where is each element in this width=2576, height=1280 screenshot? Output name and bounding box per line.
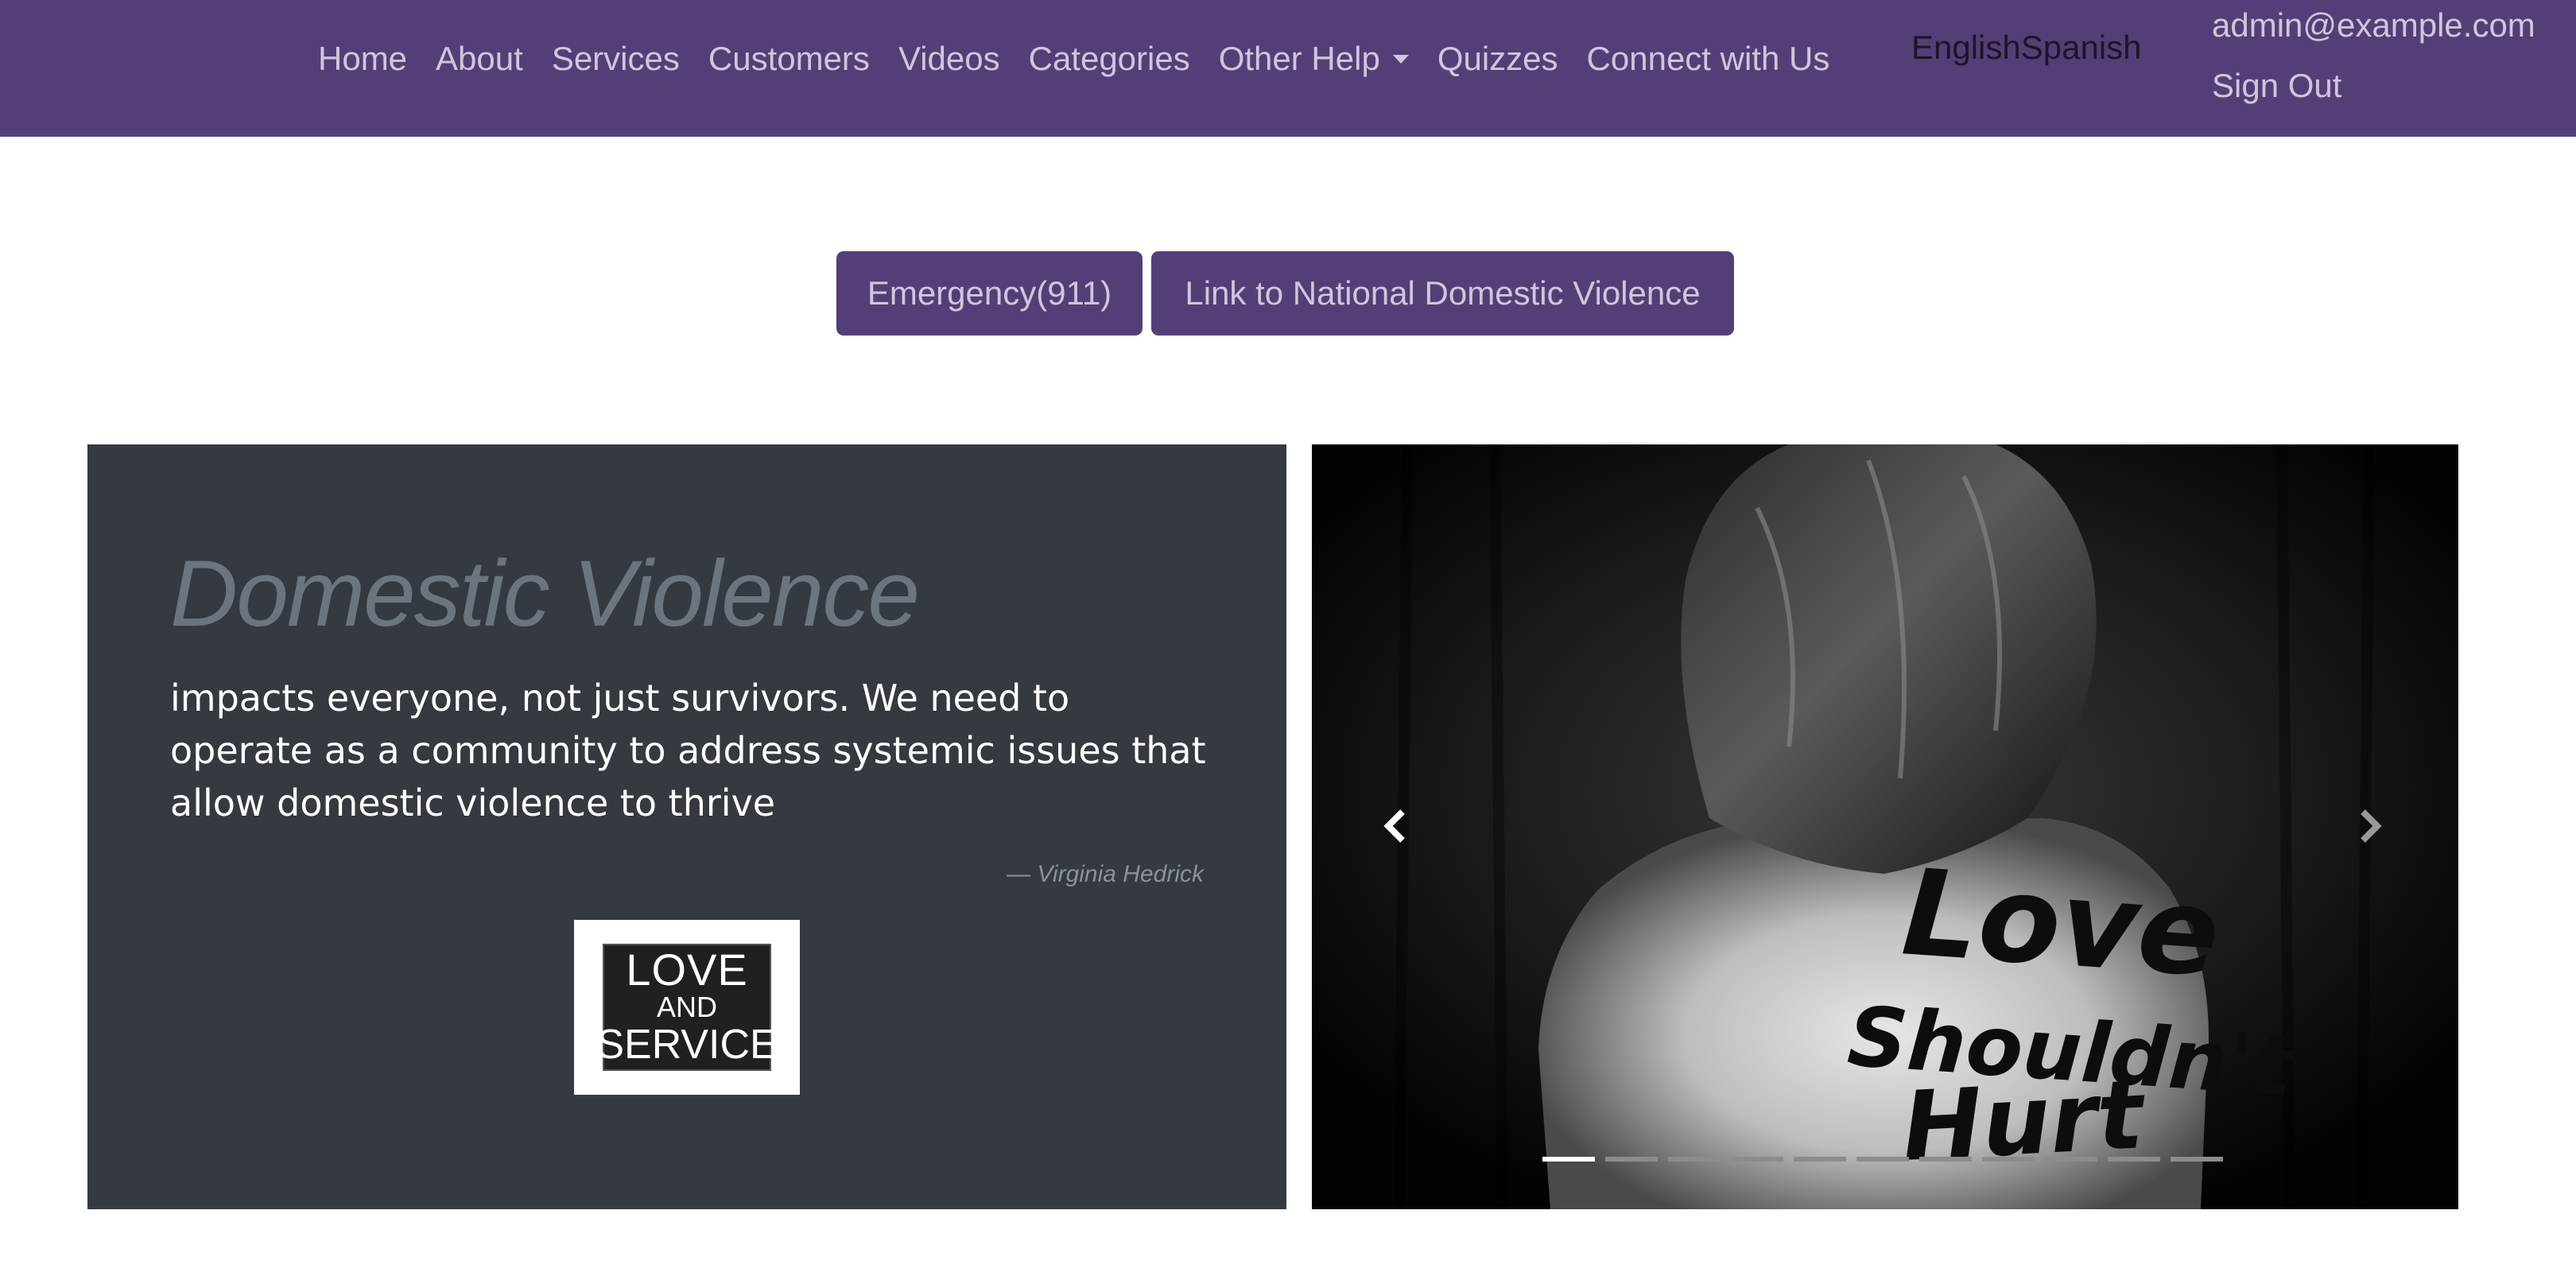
carousel-indicator[interactable] [2108,1157,2160,1162]
quote-author: — Virginia Hedrick [1007,861,1204,887]
carousel-indicator[interactable] [2045,1157,2097,1162]
national-dv-link-button[interactable]: Link to National Domestic Violence [1151,251,1734,336]
carousel-indicator[interactable] [1856,1157,1909,1162]
carousel-indicator[interactable] [1919,1157,1972,1162]
language-spanish[interactable]: Spanish [2021,29,2142,66]
emergency-button[interactable]: Emergency(911) [836,251,1143,336]
quote-title: Domestic Violence [170,541,920,646]
carousel-indicator[interactable] [1542,1157,1595,1162]
carousel-indicator[interactable] [1668,1157,1721,1162]
nav-links: Home About Services Customers Videos Cat… [318,40,1858,78]
quote-panel: Domestic Violence impacts everyone, not … [87,444,1286,1209]
nav-other-help-dropdown[interactable]: Other Help [1219,40,1409,78]
chevron-right-icon [2361,809,2382,843]
nav-videos[interactable]: Videos [898,40,1000,78]
logo-line-3: SERVICE [596,1022,778,1068]
nav-connect[interactable]: Connect with Us [1587,40,1830,78]
nav-quizzes[interactable]: Quizzes [1437,40,1558,78]
carousel-indicator[interactable] [1794,1157,1846,1162]
painted-hurt: Hurt [1899,1060,2149,1183]
logo-line-1: LOVE [626,944,748,995]
carousel-next-control[interactable] [2337,794,2401,858]
carousel-slide-image: Love Shouldn't Hurt [1312,444,2458,1209]
carousel-indicator[interactable] [2171,1157,2223,1162]
painted-love: Love [1898,844,2223,1003]
carousel-indicator[interactable] [1605,1157,1658,1162]
language-english[interactable]: English [1911,29,2021,66]
carousel-prev-control[interactable] [1364,794,1428,858]
user-email: admin@example.com [2212,6,2535,44]
language-switcher: EnglishSpanish [1911,29,2142,67]
chevron-left-icon [1383,809,1405,843]
quote-text: impacts everyone, not just survivors. We… [170,677,1206,824]
love-and-service-logo: LOVE AND SERVICE [574,920,800,1095]
nav-services[interactable]: Services [552,40,680,78]
carousel-indicators [1542,1157,2223,1162]
nav-other-help-label: Other Help [1218,40,1380,77]
carousel-indicator[interactable] [1731,1157,1783,1162]
caret-down-icon [1392,54,1409,64]
nav-home[interactable]: Home [318,40,407,78]
nav-about[interactable]: About [436,40,523,78]
top-navbar: Home About Services Customers Videos Cat… [0,0,2576,137]
nav-categories[interactable]: Categories [1029,40,1190,78]
logo-line-2: AND [656,991,717,1023]
sign-out-link[interactable]: Sign Out [2212,67,2341,105]
nav-customers[interactable]: Customers [708,40,870,78]
logo-badge: LOVE AND SERVICE [596,944,778,1071]
image-carousel: Love Shouldn't Hurt [1312,444,2458,1209]
carousel-indicator[interactable] [1982,1157,2035,1162]
